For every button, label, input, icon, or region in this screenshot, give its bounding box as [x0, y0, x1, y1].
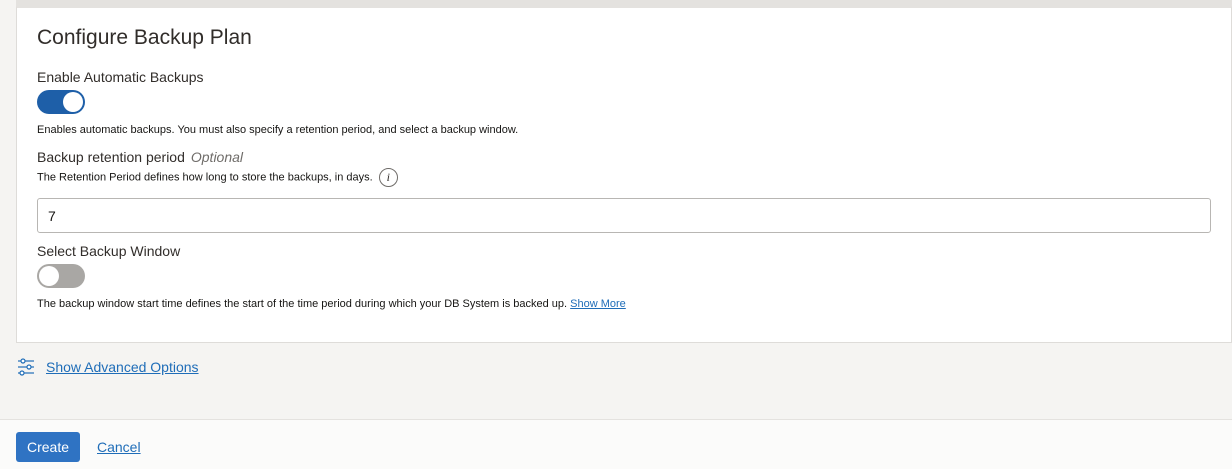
automatic-backups-label: Enable Automatic Backups — [37, 69, 204, 85]
show-advanced-options-link[interactable]: Show Advanced Options — [46, 359, 199, 375]
info-icon[interactable]: i — [378, 168, 398, 187]
retention-period-input[interactable] — [37, 198, 1211, 233]
backup-window-help-text: The backup window start time defines the… — [37, 298, 568, 310]
retention-period-help-text: The Retention Period defines how long to… — [37, 171, 373, 184]
backup-window-toggle[interactable] — [37, 264, 85, 288]
create-button[interactable]: Create — [16, 432, 80, 462]
show-more-link[interactable]: Show More — [570, 298, 626, 310]
footer-bar: Create Cancel — [0, 419, 1232, 469]
backup-plan-panel: Configure Backup Plan Enable Automatic B… — [16, 6, 1232, 343]
retention-period-help: The Retention Period defines how long to… — [37, 168, 398, 187]
automatic-backups-toggle[interactable] — [37, 90, 85, 114]
retention-period-label: Backup retention period Optional — [37, 149, 243, 165]
cancel-link[interactable]: Cancel — [97, 439, 141, 455]
automatic-backups-help: Enables automatic backups. You must also… — [37, 124, 519, 136]
section-title: Configure Backup Plan — [37, 26, 252, 49]
retention-period-label-text: Backup retention period — [37, 149, 185, 165]
backup-window-help: The backup window start time defines the… — [37, 298, 626, 310]
sliders-icon — [18, 358, 34, 376]
toggle-knob — [39, 266, 59, 286]
backup-window-label: Select Backup Window — [37, 243, 181, 259]
toggle-knob — [63, 92, 83, 112]
optional-tag: Optional — [190, 149, 244, 165]
advanced-options-row[interactable]: Show Advanced Options — [17, 358, 199, 376]
